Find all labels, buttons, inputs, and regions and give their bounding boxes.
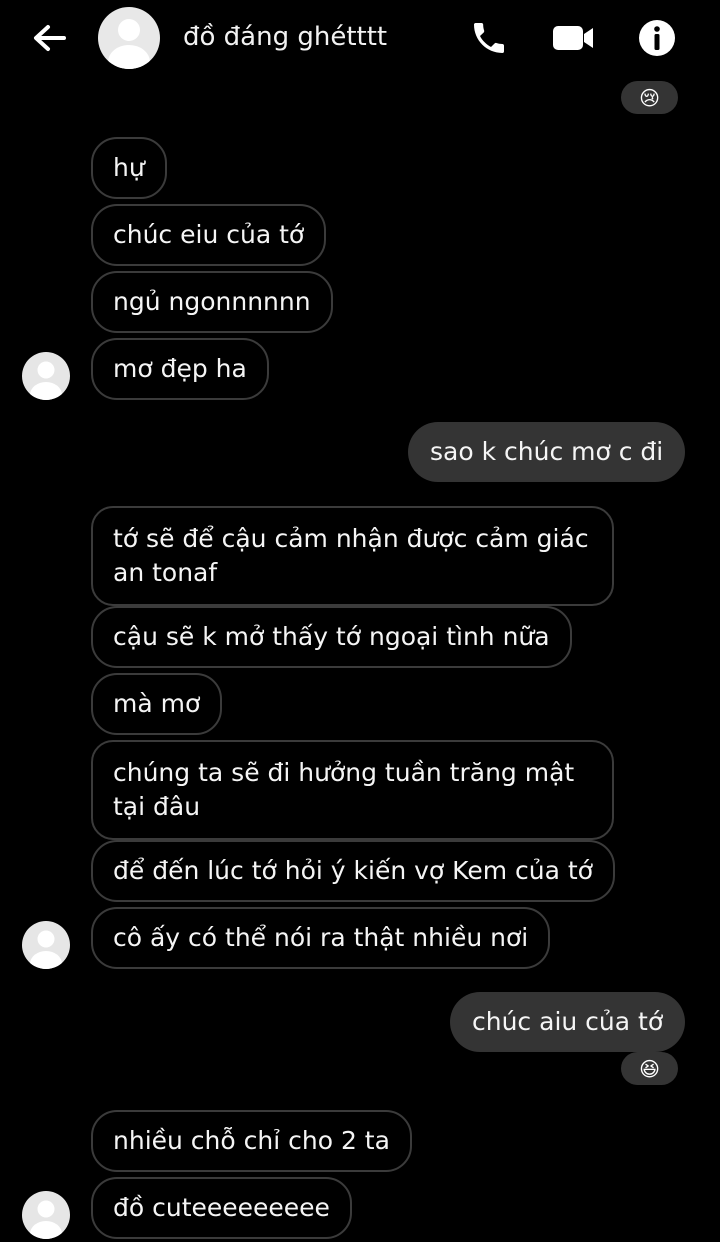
- sender-avatar[interactable]: [22, 1191, 70, 1239]
- sent-message[interactable]: chúc aiu của tớ: [450, 992, 686, 1052]
- default-avatar-icon: [30, 361, 62, 400]
- received-message[interactable]: mơ đẹp ha: [91, 338, 269, 400]
- default-avatar-icon: [30, 1200, 62, 1239]
- phone-icon: [474, 23, 504, 53]
- message-reaction[interactable]: 😢: [621, 81, 678, 114]
- default-avatar-icon: [108, 19, 150, 69]
- sender-avatar[interactable]: [22, 352, 70, 400]
- back-arrow-icon: [34, 25, 66, 51]
- received-message[interactable]: hự: [91, 137, 167, 199]
- back-button[interactable]: [28, 18, 72, 58]
- info-button[interactable]: [635, 18, 679, 58]
- sender-avatar[interactable]: [22, 921, 70, 969]
- received-message[interactable]: mà mơ: [91, 673, 223, 735]
- received-message[interactable]: tớ sẽ để cậu cảm nhận được cảm giác an t…: [91, 506, 614, 606]
- received-message[interactable]: cậu sẽ k mở thấy tớ ngoại tình nữa: [91, 606, 572, 668]
- contact-name[interactable]: đồ đáng ghétttt: [183, 22, 387, 52]
- contact-avatar[interactable]: [98, 7, 160, 69]
- received-message[interactable]: để đến lúc tớ hỏi ý kiến vợ Kem của tớ: [91, 840, 615, 902]
- received-message[interactable]: chúc eiu của tớ: [91, 204, 327, 266]
- info-icon: [639, 20, 675, 56]
- received-message[interactable]: ngủ ngonnnnnn: [91, 271, 333, 333]
- sent-message[interactable]: sao k chúc mơ c đi: [408, 422, 686, 482]
- received-message[interactable]: chúng ta sẽ đi hưởng tuần trăng mật tại …: [91, 740, 614, 840]
- message-reaction[interactable]: 😆: [621, 1052, 678, 1085]
- call-button[interactable]: [467, 18, 511, 58]
- received-message[interactable]: nhiều chỗ chỉ cho 2 ta: [91, 1110, 412, 1172]
- received-message[interactable]: cô ấy có thể nói ra thật nhiều nơi: [91, 907, 551, 969]
- chat-header: đồ đáng ghétttt: [0, 0, 720, 80]
- received-message[interactable]: đồ cuteeeeeeeee: [91, 1177, 352, 1239]
- default-avatar-icon: [30, 930, 62, 969]
- video-camera-icon: [553, 26, 593, 50]
- video-call-button[interactable]: [551, 18, 595, 58]
